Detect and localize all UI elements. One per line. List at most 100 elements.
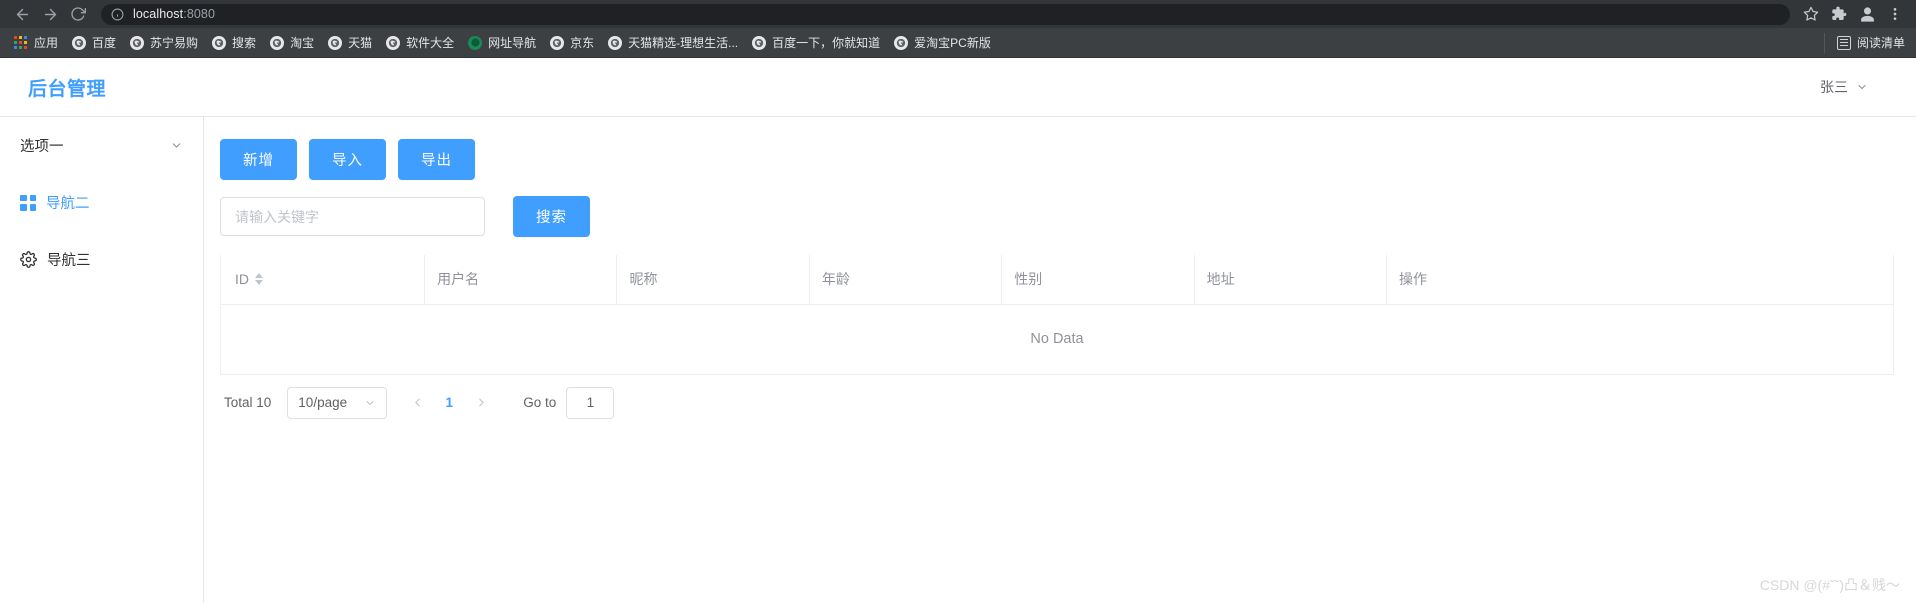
chevron-down-icon (364, 397, 376, 409)
address-bar-text: localhost:8080 (133, 7, 215, 21)
pagination: Total 10 10/page 1 Go to (216, 375, 1894, 431)
forward-icon[interactable] (36, 1, 64, 27)
bookmark-item-8[interactable]: 天猫精选-理想生活... (601, 32, 745, 54)
sidebar-item-option-one[interactable]: 选项一 (0, 117, 203, 174)
sidebar-item-nav-two[interactable]: 导航二 (0, 174, 203, 231)
action-button-row: 新增 导入 导出 (216, 139, 1894, 180)
grid-icon (20, 194, 36, 211)
url-port: :8080 (183, 7, 216, 21)
column-header-gender[interactable]: 性别 (1001, 255, 1195, 305)
bookmark-item-0[interactable]: 百度 (65, 32, 123, 54)
search-input[interactable] (220, 197, 485, 236)
table-body: No Data (220, 304, 1894, 375)
user-menu[interactable]: 张三 (1820, 77, 1888, 97)
pagination-prev-button[interactable] (401, 387, 433, 419)
globe-favicon-icon (328, 35, 343, 50)
bookmark-label: 淘宝 (290, 36, 315, 50)
column-header-address[interactable]: 地址 (1194, 255, 1388, 305)
chevron-down-icon (1856, 81, 1868, 93)
sidebar-item-label: 导航二 (46, 196, 90, 212)
column-header-actions[interactable]: 操作 (1386, 255, 1894, 305)
profile-icon[interactable] (1854, 1, 1880, 27)
bookmark-item-5[interactable]: 软件大全 (379, 32, 461, 54)
apps-grid-icon (14, 36, 27, 49)
column-label: 昵称 (629, 271, 658, 288)
globe-favicon-icon (752, 35, 767, 50)
add-button[interactable]: 新增 (220, 139, 297, 180)
export-button[interactable]: 导出 (398, 139, 475, 180)
column-label: 操作 (1399, 271, 1428, 288)
empty-state-text: No Data (220, 304, 1894, 375)
bookmark-apps[interactable]: 应用 (7, 32, 65, 54)
column-header-id[interactable]: ID (219, 255, 426, 305)
globe-favicon-icon (894, 35, 909, 50)
column-header-username[interactable]: 用户名 (424, 255, 618, 305)
sidebar-item-label: 选项一 (20, 139, 64, 155)
goto-page-input[interactable] (566, 386, 615, 419)
column-header-age[interactable]: 年龄 (809, 255, 1003, 305)
column-label: 用户名 (437, 271, 480, 288)
page-size-label: 10/page (298, 395, 348, 410)
reading-list-button[interactable]: 阅读清单 (1823, 32, 1909, 53)
search-row: 搜索 (216, 196, 1894, 237)
sidebar-item-label: 导航三 (47, 253, 91, 269)
bookmark-item-4[interactable]: 天猫 (321, 32, 379, 54)
pagination-next-button[interactable] (465, 387, 497, 419)
import-button[interactable]: 导入 (309, 139, 386, 180)
sort-caret-icon[interactable] (255, 273, 264, 286)
reading-list-label: 阅读清单 (1856, 36, 1905, 50)
reload-icon[interactable] (64, 1, 92, 27)
bookmark-item-1[interactable]: 苏宁易购 (123, 32, 205, 54)
globe-favicon-icon (550, 35, 565, 50)
green-favicon-icon (468, 35, 483, 50)
bookmark-label: 软件大全 (406, 36, 455, 50)
column-label: 性别 (1014, 271, 1043, 288)
pagination-jumper: Go to (523, 386, 615, 419)
watermark-text: CSDN @(#ˇˇ)凸＆贱～ (1759, 577, 1900, 593)
bookmarks-bar: 应用 百度 苏宁易购 搜索 淘宝 天猫 软件大全 网址导航 京东 天猫精选-理想… (0, 28, 1916, 58)
pagination-total: Total 10 (224, 395, 272, 410)
gear-icon (20, 251, 37, 268)
reading-list-icon (1836, 35, 1851, 50)
bookmark-item-6[interactable]: 网址导航 (461, 32, 543, 54)
table-empty-row: No Data (220, 304, 1894, 375)
browser-toolbar: localhost:8080 (0, 0, 1916, 28)
column-label: 年龄 (821, 271, 850, 288)
bookmark-star-icon[interactable] (1798, 1, 1824, 27)
site-info-icon[interactable] (111, 8, 124, 21)
bookmark-label: 天猫 (348, 36, 373, 50)
bookmark-label: 百度一下，你就知道 (772, 36, 881, 50)
globe-favicon-icon (130, 35, 145, 50)
url-host: localhost (133, 7, 184, 21)
back-icon[interactable] (8, 1, 36, 27)
page-size-select[interactable]: 10/page (287, 386, 388, 419)
bookmark-label: 网址导航 (488, 36, 537, 50)
toolbar-actions (1798, 1, 1908, 27)
table-container: ID 用户名 昵称 年龄 性别 地址 操作 No Data (216, 255, 1894, 375)
bookmark-label: 京东 (570, 36, 595, 50)
globe-favicon-icon (270, 35, 285, 50)
extensions-icon[interactable] (1826, 1, 1852, 27)
bookmark-label: 搜索 (232, 36, 257, 50)
bookmark-item-10[interactable]: 爱淘宝PC新版 (887, 32, 998, 54)
bookmark-item-2[interactable]: 搜索 (205, 32, 263, 54)
sidebar-item-nav-three[interactable]: 导航三 (0, 231, 203, 288)
globe-favicon-icon (212, 35, 227, 50)
app-root: 后台管理 张三 选项一 导航二 导航三 新增 导入 导出 请输入关键字 搜索 I… (0, 58, 1916, 603)
pagination-page-1[interactable]: 1 (433, 387, 465, 419)
column-label: ID (235, 271, 249, 288)
chrome-menu-icon[interactable] (1882, 1, 1908, 27)
app-body: 选项一 导航二 导航三 新增 导入 导出 请输入关键字 搜索 ID 用户名 昵称… (0, 117, 1916, 603)
bookmark-item-9[interactable]: 百度一下，你就知道 (745, 32, 887, 54)
search-button[interactable]: 搜索 (513, 196, 590, 237)
sidebar: 选项一 导航二 导航三 (0, 117, 204, 603)
address-bar[interactable]: localhost:8080 (101, 3, 1790, 25)
chevron-down-icon (170, 139, 183, 152)
app-header: 后台管理 张三 (0, 58, 1916, 117)
column-header-nickname[interactable]: 昵称 (616, 255, 810, 305)
main-content: 新增 导入 导出 搜索 (204, 117, 1916, 603)
bookmark-item-7[interactable]: 京东 (543, 32, 601, 54)
bookmark-label: 苏宁易购 (150, 36, 199, 50)
bookmark-item-3[interactable]: 淘宝 (263, 32, 321, 54)
table-head: ID 用户名 昵称 年龄 性别 地址 操作 (219, 255, 1894, 305)
